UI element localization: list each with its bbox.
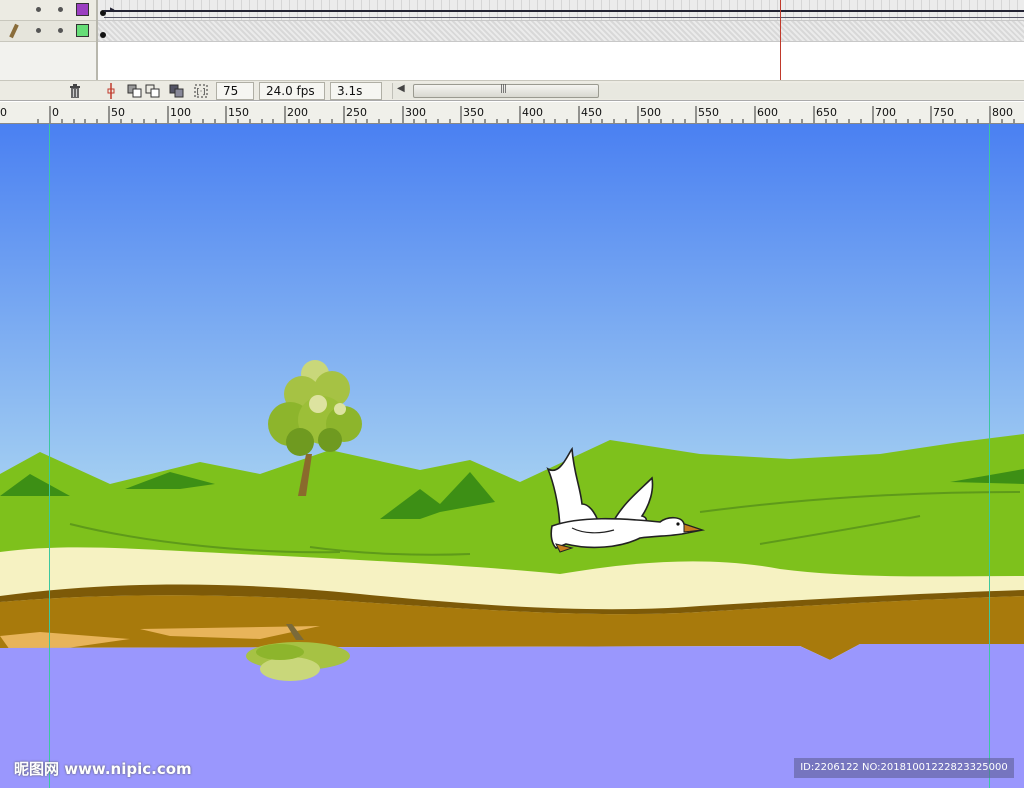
- ruler-label: 750: [933, 106, 954, 119]
- ruler-label: 200: [287, 106, 308, 119]
- watermark-logo: 昵图网 www.nipic.com: [14, 760, 192, 778]
- timeline-panel: ▸: [0, 0, 1024, 80]
- current-frame-field[interactable]: 75: [216, 82, 254, 100]
- ruler-label: 0: [0, 106, 7, 119]
- modify-onion-markers-icon[interactable]: [·]: [192, 83, 210, 99]
- layer-outline-color-swatch[interactable]: [76, 3, 89, 16]
- playhead[interactable]: [780, 0, 781, 80]
- scene-artwork: [0, 124, 1024, 788]
- tween-arrow-icon: ▸: [110, 5, 115, 15]
- ruler-label: 650: [816, 106, 837, 119]
- frame-rate-field[interactable]: 24.0 fps: [259, 82, 325, 100]
- layer-frames[interactable]: [98, 21, 1024, 42]
- onion-skin-icon[interactable]: [126, 83, 144, 99]
- ruler-label: 300: [405, 106, 426, 119]
- layer-row-2[interactable]: [0, 21, 1024, 42]
- ruler-label: 250: [346, 106, 367, 119]
- layer-controls: [0, 21, 96, 42]
- visibility-dot[interactable]: [36, 7, 41, 12]
- layer-controls: [0, 0, 96, 21]
- sky: [0, 124, 1024, 504]
- svg-text:[·]: [·]: [197, 87, 206, 96]
- lock-dot[interactable]: [58, 28, 63, 33]
- horizontal-ruler: 0 0 50 100 150 200 250 300 350 400 450 500 550 600 650…: [0, 102, 1024, 124]
- timeline-horizontal-scrollbar[interactable]: ◀ |||: [392, 83, 1024, 99]
- ruler-label: 550: [698, 106, 719, 119]
- elapsed-time-field[interactable]: 3.1s: [330, 82, 382, 100]
- ruler-label: 700: [875, 106, 896, 119]
- layer-controls-empty: [0, 42, 96, 80]
- timeline-empty-area: [0, 42, 1024, 80]
- lock-dot[interactable]: [58, 7, 63, 12]
- watermark-id: ID:2206122 NO:20181001222823325000: [794, 758, 1014, 778]
- motion-tween-line-secondary: [104, 17, 1024, 18]
- ruler-label: 350: [463, 106, 484, 119]
- ruler-label: 150: [228, 106, 249, 119]
- ruler-label: 50: [111, 106, 125, 119]
- ruler-label: 450: [581, 106, 602, 119]
- keyframe[interactable]: [100, 32, 106, 38]
- center-frame-icon[interactable]: [102, 83, 120, 99]
- stage-canvas[interactable]: [0, 124, 1024, 788]
- scroll-left-arrow-icon[interactable]: ◀: [397, 83, 405, 94]
- vertical-guide-left[interactable]: [49, 124, 50, 788]
- vertical-guide-right[interactable]: [989, 124, 990, 788]
- visibility-dot[interactable]: [36, 28, 41, 33]
- ruler-label: 600: [757, 106, 778, 119]
- ruler-label: 0: [52, 106, 59, 119]
- timeline-toolbar: [·] 75 24.0 fps 3.1s ◀ |||: [0, 80, 1024, 101]
- motion-tween-line: [104, 10, 1024, 12]
- pencil-icon: [9, 23, 19, 39]
- frames-empty[interactable]: [98, 42, 1024, 80]
- trash-icon[interactable]: [66, 83, 84, 99]
- scrollbar-thumb[interactable]: |||: [413, 84, 599, 98]
- ruler-label: 500: [640, 106, 661, 119]
- layer-row-1[interactable]: ▸: [0, 0, 1024, 21]
- ruler-graphic: 0 0 50 100 150 200 250 300 350 400 450 500 550 600 650…: [0, 106, 1015, 123]
- ruler-label: 400: [522, 106, 543, 119]
- ruler-label: 800: [992, 106, 1013, 119]
- edit-multiple-frames-icon[interactable]: [168, 83, 186, 99]
- ruler-label: 100: [170, 106, 191, 119]
- scrollbar-grip-icon: |||: [500, 84, 507, 94]
- onion-skin-outlines-icon[interactable]: [144, 83, 162, 99]
- layer-outline-color-swatch[interactable]: [76, 24, 89, 37]
